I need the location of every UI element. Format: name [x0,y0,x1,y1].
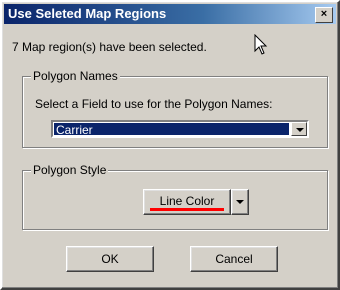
line-color-swatch [150,208,224,211]
title-bar: Use Seleted Map Regions × [4,4,336,24]
line-color-button[interactable]: Line Color [143,189,231,215]
dialog-window: Use Seleted Map Regions × 7 Map region(s… [0,0,340,290]
line-color-dropdown-button[interactable] [231,189,249,215]
selected-field-value: Carrier [54,123,289,137]
polygon-name-field-select[interactable]: Carrier [51,120,309,138]
mouse-cursor-icon [254,34,268,55]
line-color-label: Line Color [159,194,215,208]
chevron-down-icon[interactable] [291,122,307,136]
field-select-label: Select a Field to use for the Polygon Na… [35,97,273,111]
polygon-style-legend: Polygon Style [31,163,109,177]
selection-info-text: 7 Map region(s) have been selected. [12,40,207,54]
window-title: Use Seleted Map Regions [8,6,167,21]
close-button[interactable]: × [315,7,333,23]
cancel-button[interactable]: Cancel [190,246,278,272]
ok-button[interactable]: OK [66,246,154,272]
polygon-style-group: Polygon Style Line Color [22,163,328,230]
polygon-names-group: Polygon Names Select a Field to use for … [22,69,328,148]
polygon-names-legend: Polygon Names [31,69,120,83]
